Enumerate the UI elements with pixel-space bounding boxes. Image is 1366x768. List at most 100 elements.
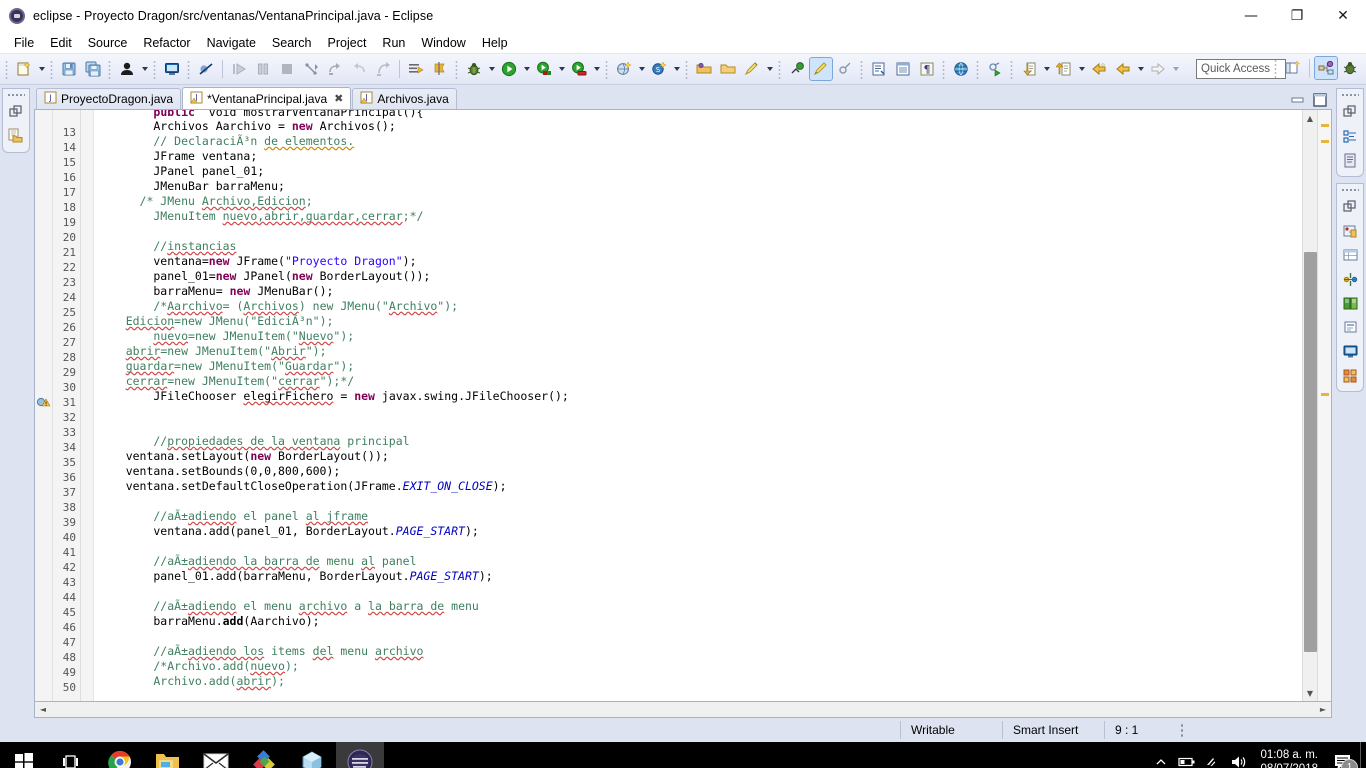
toolbar-grip[interactable] <box>4 59 10 79</box>
code-line[interactable]: //aÃ±adiendo los items del menu archivo <box>98 644 1302 659</box>
code-line[interactable] <box>98 404 1302 419</box>
code-line[interactable]: barraMenu= new JMenuBar(); <box>98 284 1302 299</box>
code-line[interactable]: panel_01.add(barraMenu, BorderLayout.PAG… <box>98 569 1302 584</box>
menu-source[interactable]: Source <box>80 34 136 52</box>
toolbar-grip[interactable] <box>107 59 113 79</box>
task-list-icon[interactable] <box>1339 149 1361 171</box>
display-icon[interactable] <box>1339 316 1361 338</box>
rail-drag-handle[interactable] <box>1341 186 1359 193</box>
code-line[interactable]: JPanel panel_01; <box>98 164 1302 179</box>
open-perspective-icon[interactable] <box>1282 57 1304 79</box>
toggle-block-selection-icon[interactable] <box>809 57 833 81</box>
chrome-icon[interactable] <box>96 742 144 768</box>
maximize-button[interactable]: ❐ <box>1274 0 1320 32</box>
console-icon[interactable] <box>1339 340 1361 362</box>
menu-edit[interactable]: Edit <box>42 34 80 52</box>
scroll-left-arrow[interactable]: ◄ <box>35 705 51 714</box>
user-icon[interactable] <box>116 58 138 80</box>
toolbar-grip[interactable] <box>49 59 55 79</box>
horizontal-scroll-track[interactable] <box>51 702 1315 717</box>
code-line[interactable]: cerrar=new JMenuItem("cerrar");*/ <box>98 374 1302 389</box>
open-type-icon[interactable] <box>693 58 715 80</box>
tab-close-icon[interactable]: ✖ <box>334 92 343 105</box>
code-line[interactable] <box>98 494 1302 509</box>
debug-icon[interactable] <box>463 58 485 80</box>
coverage-dropdown-icon[interactable] <box>591 58 602 80</box>
rail-drag-handle[interactable] <box>7 91 25 98</box>
debug-view-icon[interactable] <box>1339 220 1361 242</box>
mail-icon[interactable] <box>192 742 240 768</box>
back-icon[interactable] <box>1112 58 1134 80</box>
outline-icon[interactable] <box>1339 125 1361 147</box>
new-wizard-icon[interactable] <box>13 58 35 80</box>
menu-window[interactable]: Window <box>413 34 473 52</box>
minimize-button[interactable]: — <box>1228 0 1274 32</box>
menu-navigate[interactable]: Navigate <box>199 34 264 52</box>
skip-breakpoints-icon[interactable] <box>195 58 217 80</box>
external-tools-icon[interactable] <box>834 58 856 80</box>
code-line[interactable] <box>98 419 1302 434</box>
start-button-icon[interactable] <box>0 742 48 768</box>
previous-annotation-icon[interactable] <box>429 58 451 80</box>
code-line[interactable] <box>98 539 1302 554</box>
toolbar-grip[interactable] <box>604 59 610 79</box>
previous-edit-icon[interactable] <box>1053 58 1075 80</box>
scrollbar-thumb[interactable] <box>1304 252 1317 652</box>
tab-proyectodragon[interactable]: J ProyectoDragon.java <box>36 88 182 109</box>
marker-gutter[interactable] <box>35 110 53 701</box>
code-line[interactable]: ventana.setDefaultCloseOperation(JFrame.… <box>98 479 1302 494</box>
toolbar-grip[interactable] <box>152 59 158 79</box>
code-line[interactable]: public void mostrarVentanaPrincipal(){ <box>98 110 1302 119</box>
menu-run[interactable]: Run <box>374 34 413 52</box>
code-line[interactable]: JMenuBar barraMenu; <box>98 179 1302 194</box>
toolbar-grip[interactable] <box>941 59 947 79</box>
java-perspective-icon[interactable] <box>1314 56 1338 80</box>
restore-icon[interactable] <box>1339 196 1361 218</box>
code-line[interactable]: panel_01=new JPanel(new BorderLayout()); <box>98 269 1302 284</box>
office-icon[interactable] <box>240 742 288 768</box>
open-task-icon[interactable] <box>717 58 739 80</box>
close-button[interactable]: ✕ <box>1320 0 1366 32</box>
speaker-icon[interactable] <box>1226 742 1252 768</box>
coverage-icon[interactable] <box>568 58 590 80</box>
code-line[interactable] <box>98 629 1302 644</box>
expressions-icon[interactable] <box>1339 292 1361 314</box>
show-desktop-button[interactable] <box>1360 742 1366 768</box>
variables-icon[interactable] <box>1339 244 1361 266</box>
code-line[interactable]: ventana.setLayout(new BorderLayout()); <box>98 449 1302 464</box>
horizontal-scrollbar[interactable]: ◄ ► <box>34 702 1332 718</box>
toolbar-grip[interactable] <box>186 59 192 79</box>
menu-project[interactable]: Project <box>320 34 375 52</box>
save-all-icon[interactable] <box>82 58 104 80</box>
code-line[interactable]: Archivos Aarchivo = new Archivos(); <box>98 119 1302 134</box>
run-external-icon[interactable] <box>984 58 1006 80</box>
code-line[interactable]: //propiedades de la ventana principal <box>98 434 1302 449</box>
toolbar-grip[interactable] <box>454 59 460 79</box>
battery-icon[interactable] <box>1174 742 1200 768</box>
toolbar-grip[interactable] <box>975 59 981 79</box>
show-whitespace-icon[interactable] <box>868 58 890 80</box>
package-explorer-icon[interactable] <box>5 125 27 147</box>
user-dropdown-icon[interactable] <box>139 58 150 80</box>
clock[interactable]: 01:08 a. m. 08/07/2018 <box>1252 748 1326 768</box>
code-line[interactable]: JFrame ventana; <box>98 149 1302 164</box>
next-edit-icon[interactable] <box>1018 58 1040 80</box>
eclipse-icon[interactable] <box>336 742 384 768</box>
new-class-dropdown-icon[interactable] <box>671 58 682 80</box>
code-line[interactable]: /* JMenu Archivo,Edicion; <box>98 194 1302 209</box>
menu-help[interactable]: Help <box>474 34 516 52</box>
restore-icon[interactable] <box>1339 101 1361 123</box>
run-icon[interactable] <box>498 58 520 80</box>
status-resize-handle[interactable] <box>1178 723 1186 737</box>
code-line[interactable]: //aÃ±adiendo el panel al jframe <box>98 509 1302 524</box>
code-line[interactable]: Archivo.add(abrir); <box>98 674 1302 689</box>
code-line[interactable] <box>98 584 1302 599</box>
tab-archivos[interactable]: J Archivos.java <box>352 88 457 109</box>
code-line[interactable]: nuevo=new JMenuItem("Nuevo"); <box>98 329 1302 344</box>
toggle-mark-occurrences-icon[interactable] <box>741 58 763 80</box>
code-editor[interactable]: 1213141516171819202122232425262728293031… <box>34 109 1332 702</box>
code-line[interactable]: //aÃ±adiendo el menu archivo a la barra … <box>98 599 1302 614</box>
menu-search[interactable]: Search <box>264 34 320 52</box>
toolbar-grip[interactable] <box>859 59 865 79</box>
code-line[interactable]: JFileChooser elegirFichero = new javax.s… <box>98 389 1302 404</box>
